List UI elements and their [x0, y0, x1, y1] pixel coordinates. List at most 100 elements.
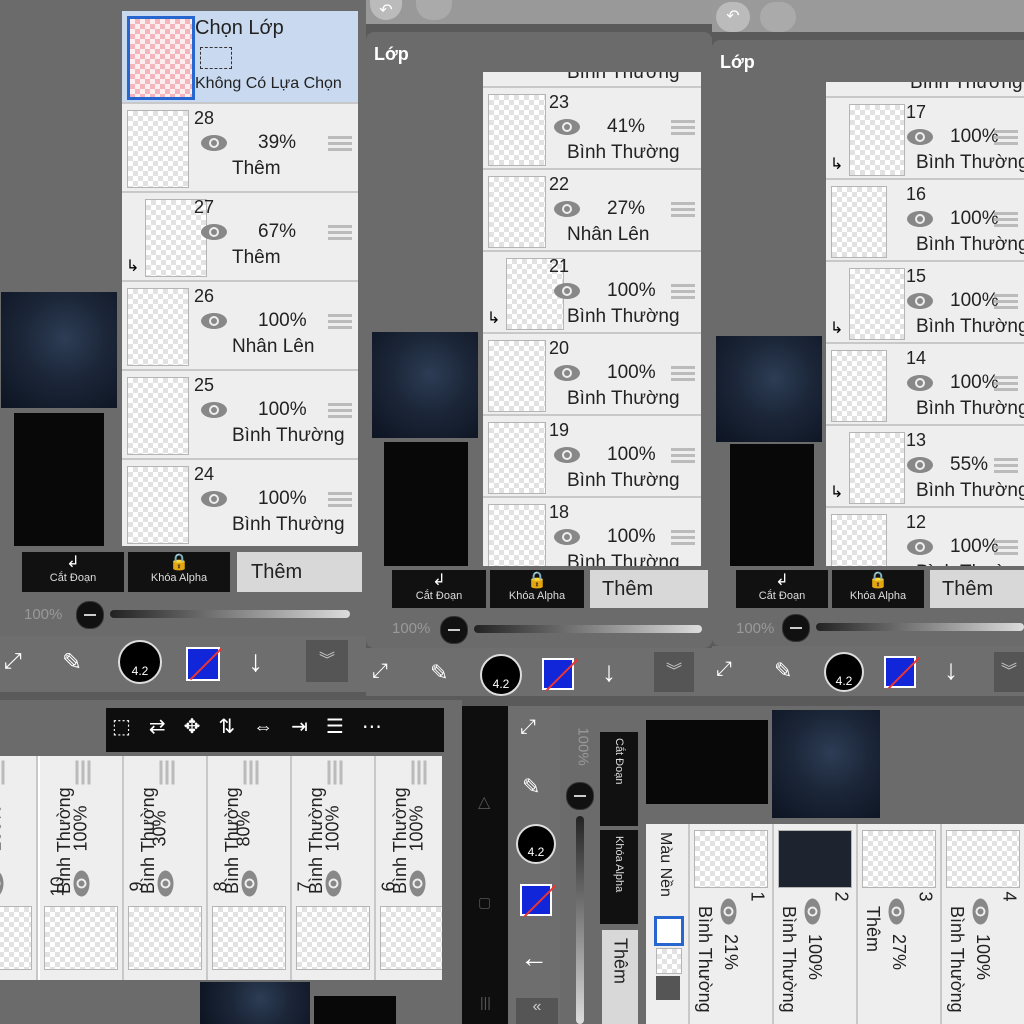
visibility-eye-icon[interactable] — [200, 134, 228, 152]
layer-row[interactable]: ↳ 17 100% Bình Thường — [826, 98, 1024, 180]
layer-row[interactable]: 26 100% Nhân Lên — [122, 282, 358, 371]
visibility-eye-icon[interactable] — [553, 446, 581, 464]
visibility-eye-icon[interactable] — [200, 490, 228, 508]
expand-button-2[interactable]: ︾ — [654, 652, 694, 692]
transform-tool-3[interactable]: ⤢ — [716, 658, 732, 681]
visibility-eye-icon[interactable] — [906, 538, 934, 556]
expand-button-5[interactable]: « — [516, 998, 558, 1024]
alpha-lock-button[interactable]: 🔒 Khóa Alpha — [490, 570, 584, 608]
visibility-eye-icon[interactable] — [967, 898, 990, 926]
brush-tool-3[interactable]: ✎ — [774, 658, 792, 684]
nav-lines-icon[interactable]: ||| — [480, 994, 491, 1010]
visibility-eye-icon[interactable] — [553, 364, 581, 382]
layer-column[interactable]: 8 80% Bình Thường — [208, 756, 292, 980]
layer-row[interactable]: 16 100% Bình Thường — [826, 180, 1024, 262]
bg-dark-option[interactable] — [656, 976, 680, 1000]
color-swatch-3[interactable] — [884, 656, 916, 688]
color-swatch-5[interactable] — [520, 884, 552, 916]
visibility-eye-icon[interactable] — [799, 898, 822, 926]
visibility-eye-icon[interactable] — [906, 128, 934, 146]
layer-row[interactable]: 24 100% Bình Thường — [122, 460, 358, 546]
brush-size-2[interactable]: 4.2 — [480, 654, 522, 696]
down-arrow-2[interactable]: ↓ — [602, 656, 616, 688]
visibility-eye-icon[interactable] — [200, 401, 228, 419]
visibility-eye-icon[interactable] — [715, 898, 738, 926]
layer-row[interactable]: 19 100% Bình Thường — [483, 416, 701, 498]
visibility-eye-icon[interactable] — [906, 456, 934, 474]
visibility-eye-icon[interactable] — [906, 210, 934, 228]
drag-handle-icon[interactable] — [328, 403, 352, 419]
visibility-eye-icon[interactable] — [325, 870, 348, 898]
visibility-eye-icon[interactable] — [157, 870, 180, 898]
opacity-slider-5[interactable] — [576, 816, 584, 1024]
layer-column[interactable]: 10 100% Bình Thường — [40, 756, 124, 980]
layer-row[interactable]: ↳ 21 100% Bình Thường — [483, 252, 701, 334]
layer-column[interactable]: 7 100% Bình Thường — [292, 756, 376, 980]
brush-size-5[interactable]: 4.2 — [516, 824, 556, 864]
drag-handle-icon[interactable] — [322, 760, 343, 785]
layer-row[interactable]: 14 100% Bình Thường — [826, 344, 1024, 426]
drag-handle-icon[interactable] — [238, 760, 259, 785]
alpha-lock-button[interactable]: 🔒 Khóa Alpha — [128, 552, 230, 592]
alpha-lock-button[interactable]: 🔒 Khóa Alpha — [832, 570, 924, 608]
transform-tool-5[interactable]: ⤢ — [520, 716, 536, 739]
visibility-eye-icon[interactable] — [0, 870, 10, 898]
color-swatch-2[interactable] — [542, 658, 574, 690]
expand-button-1[interactable]: ︾ — [306, 640, 348, 682]
opacity-slider-3[interactable] — [816, 623, 1024, 631]
drag-handle-icon[interactable] — [154, 760, 175, 785]
layer-column[interactable]: 9 30% Bình Thường — [124, 756, 208, 980]
drag-handle-icon[interactable] — [671, 366, 695, 382]
visibility-eye-icon[interactable] — [553, 200, 581, 218]
layer-column[interactable]: 6 100% Bình Thường — [376, 756, 442, 980]
transform-tool-2[interactable]: ⤢ — [372, 660, 388, 683]
layer-row[interactable]: ↳ 27 67% Thêm — [122, 193, 358, 282]
blend-mode-select[interactable]: Thêm — [930, 570, 1024, 608]
visibility-eye-icon[interactable] — [553, 282, 581, 300]
layer-row[interactable]: ↳ 13 55% Bình Thường — [826, 426, 1024, 508]
drag-handle-icon[interactable] — [671, 284, 695, 300]
back-arrow-5[interactable]: ← — [520, 942, 548, 974]
undo-button-3[interactable]: ↶ — [716, 2, 750, 32]
drag-handle-icon[interactable] — [994, 376, 1018, 392]
blend-mode-select[interactable]: Thêm — [237, 552, 362, 592]
clip-button[interactable]: ↲ Cắt Đoạn — [392, 570, 486, 608]
drag-handle-icon[interactable] — [671, 202, 695, 218]
layer-row[interactable]: 22 27% Nhân Lên — [483, 170, 701, 252]
visibility-eye-icon[interactable] — [241, 870, 264, 898]
visibility-eye-icon[interactable] — [73, 870, 96, 898]
brush-tool-2[interactable]: ✎ — [430, 660, 448, 686]
clip-button-5[interactable]: Cắt Đoạn — [600, 732, 638, 826]
blend-mode-select-5[interactable]: Thêm — [602, 930, 638, 1024]
layer-column[interactable]: 11100%Bình Thường — [0, 756, 38, 980]
nav-triangle-icon[interactable]: △ — [478, 792, 490, 812]
drag-handle-icon[interactable] — [994, 130, 1018, 146]
drag-handle-icon[interactable] — [328, 492, 352, 508]
opacity-minus-5[interactable] — [566, 782, 594, 810]
visibility-eye-icon[interactable] — [200, 223, 228, 241]
clip-button[interactable]: ↲ Cắt Đoạn — [736, 570, 828, 608]
drag-handle-icon[interactable] — [671, 448, 695, 464]
drag-handle-icon[interactable] — [328, 136, 352, 152]
brush-tool-5[interactable]: ✎ — [522, 774, 540, 800]
select-layer-row[interactable]: Chọn Lớp Không Có Lựa Chọn — [122, 11, 358, 104]
layer-row[interactable]: 23 41% Bình Thường — [483, 88, 701, 170]
layer-column[interactable]: 4 100% Bình Thường — [942, 824, 1024, 1024]
drag-handle-icon[interactable] — [328, 314, 352, 330]
visibility-eye-icon[interactable] — [906, 292, 934, 310]
layer-row[interactable]: 18 100% Bình Thường — [483, 498, 701, 566]
opacity-minus-1[interactable] — [76, 601, 104, 629]
visibility-eye-icon[interactable] — [409, 870, 432, 898]
visibility-eye-icon[interactable] — [553, 118, 581, 136]
opacity-minus-3[interactable] — [782, 614, 810, 642]
alpha-lock-button-5[interactable]: Khóa Alpha — [600, 830, 638, 924]
drag-handle-icon[interactable] — [328, 225, 352, 241]
drag-handle-icon[interactable] — [70, 760, 91, 785]
layer-row[interactable]: 28 39% Thêm — [122, 104, 358, 193]
layer-row[interactable]: 25 100% Bình Thường — [122, 371, 358, 460]
down-arrow-1[interactable]: ↓ — [248, 645, 263, 679]
clip-button[interactable]: ↲ Cắt Đoạn — [22, 552, 124, 592]
drag-handle-icon[interactable] — [994, 458, 1018, 474]
blend-mode-select[interactable]: Thêm — [590, 570, 708, 608]
brush-size-1[interactable]: 4.2 — [118, 640, 162, 684]
